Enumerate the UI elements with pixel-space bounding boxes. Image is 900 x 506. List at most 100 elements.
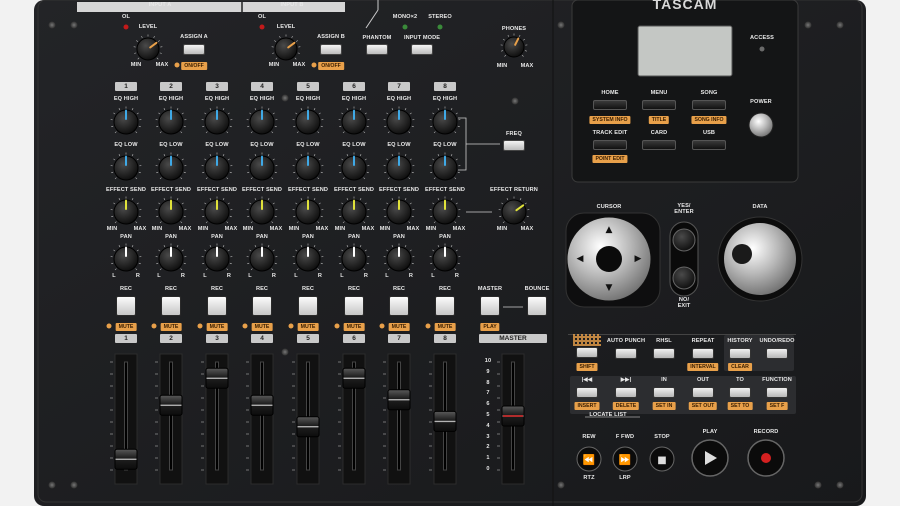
pan-label: PAN	[439, 234, 451, 240]
rec-button[interactable]	[252, 296, 272, 316]
locate-ffwd-button[interactable]	[615, 387, 637, 398]
master-fader-label: MASTER	[479, 334, 547, 343]
undo-redo-label: UNDO/REDO	[759, 338, 795, 344]
assign-a-on-off-tag: ON/OFF	[181, 62, 207, 71]
pan-label: PAN	[165, 234, 177, 240]
mute-led	[425, 323, 431, 329]
send-max-label: MAX	[361, 226, 375, 232]
bounce-button[interactable]	[527, 296, 547, 316]
cursor-up-icon[interactable]: ▲	[606, 225, 613, 235]
assign-b-button[interactable]	[320, 44, 342, 55]
phones-min-label: MIN	[496, 63, 508, 69]
pan-right-label: R	[271, 273, 277, 279]
effect-send-label: EFFECT SEND	[334, 187, 374, 193]
data-label: DATA	[752, 204, 768, 210]
in-label: IN	[661, 377, 667, 383]
mute-tag[interactable]: MUTE	[343, 323, 365, 332]
undo-redo-button[interactable]	[766, 348, 788, 359]
panel-screw	[48, 481, 56, 489]
shift-texture	[573, 334, 601, 346]
home-button[interactable]	[593, 100, 627, 110]
cursor-right-icon[interactable]: ▶	[635, 254, 642, 264]
history-button[interactable]	[729, 348, 751, 359]
assign-a-led	[174, 62, 180, 68]
master-scale-label: 0	[486, 466, 490, 472]
point-edit-tag: POINT EDIT	[592, 155, 628, 164]
cursor-down-icon[interactable]: ▼	[606, 283, 613, 293]
rec-button[interactable]	[116, 296, 136, 316]
data-wheel-dimple	[732, 244, 752, 264]
rhsl-button[interactable]	[653, 348, 675, 359]
freq-button[interactable]	[503, 140, 525, 151]
input-mode-button[interactable]	[411, 44, 433, 55]
mono-x2-led	[402, 24, 408, 30]
mute-tag[interactable]: MUTE	[297, 323, 319, 332]
channel-number: 3	[206, 82, 228, 91]
rec-button[interactable]	[435, 296, 455, 316]
rec-label: REC	[255, 286, 269, 292]
cursor-center	[596, 246, 622, 272]
rec-button[interactable]	[389, 296, 409, 316]
song-button[interactable]	[692, 100, 726, 110]
rec-label: REC	[119, 286, 133, 292]
pan-label: PAN	[348, 234, 360, 240]
cursor-label: CURSOR	[596, 204, 622, 210]
pan-left-label: L	[203, 273, 207, 279]
effect-return-min-label: MIN	[496, 226, 508, 232]
pan-left-label: L	[112, 273, 116, 279]
panel-screw	[511, 97, 519, 105]
input-b-max-label: MAX	[292, 62, 306, 68]
assign-a-button[interactable]	[183, 44, 205, 55]
freq-label: FREQ	[506, 131, 522, 137]
set-f-tag: SET F	[766, 402, 788, 411]
effect-return-max-label: MAX	[520, 226, 534, 232]
send-max-label: MAX	[452, 226, 466, 232]
rec-button[interactable]	[161, 296, 181, 316]
locate-rew-button[interactable]	[576, 387, 598, 398]
out-button[interactable]	[692, 387, 714, 398]
interval-tag: INTERVAL	[687, 363, 719, 372]
mute-tag[interactable]: MUTE	[115, 323, 137, 332]
in-button[interactable]	[653, 387, 675, 398]
play-label: PLAY	[702, 429, 718, 435]
mute-tag[interactable]: MUTE	[434, 323, 456, 332]
stop-icon: ■	[657, 455, 666, 466]
mute-tag[interactable]: MUTE	[388, 323, 410, 332]
power-button[interactable]	[748, 112, 774, 138]
pan-right-label: R	[454, 273, 460, 279]
send-min-label: MIN	[288, 226, 300, 232]
usb-button[interactable]	[692, 140, 726, 150]
track-edit-button[interactable]	[593, 140, 627, 150]
phantom-button[interactable]	[366, 44, 388, 55]
panel-screw	[836, 481, 844, 489]
usb-label: USB	[702, 130, 716, 136]
pan-left-label: L	[157, 273, 161, 279]
no-exit-button[interactable]	[672, 266, 696, 290]
function-button[interactable]	[766, 387, 788, 398]
panel-screw	[814, 481, 822, 489]
master-button[interactable]	[480, 296, 500, 316]
panel-screw	[70, 21, 78, 29]
master-scale-label: 5	[486, 412, 490, 418]
panel-screw	[557, 481, 565, 489]
rec-button[interactable]	[344, 296, 364, 316]
mute-tag[interactable]: MUTE	[251, 323, 273, 332]
yes-enter-button[interactable]	[672, 228, 696, 252]
menu-button[interactable]	[642, 100, 676, 110]
mute-led	[242, 323, 248, 329]
to-button[interactable]	[729, 387, 751, 398]
shift-button[interactable]	[576, 347, 598, 358]
rec-button[interactable]	[207, 296, 227, 316]
channel-number: 1	[115, 82, 137, 91]
repeat-button[interactable]	[692, 348, 714, 359]
mute-tag[interactable]: MUTE	[206, 323, 228, 332]
mute-tag[interactable]: MUTE	[160, 323, 182, 332]
master-scale-label: 4	[486, 422, 490, 429]
eq-low-label: EQ LOW	[114, 142, 138, 148]
pan-right-label: R	[408, 273, 414, 279]
auto-punch-button[interactable]	[615, 348, 637, 359]
cursor-left-icon[interactable]: ◀	[577, 254, 584, 264]
pan-left-label: L	[248, 273, 252, 279]
card-button[interactable]	[642, 140, 676, 150]
rec-button[interactable]	[298, 296, 318, 316]
